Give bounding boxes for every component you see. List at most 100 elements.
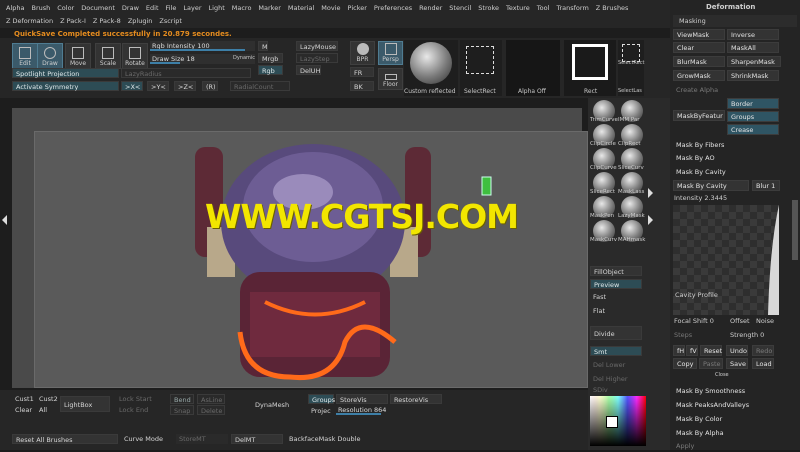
lazystep-slider[interactable]: LazyStep	[296, 53, 338, 63]
document-canvas[interactable]	[34, 131, 588, 388]
curve-mode-button[interactable]: Curve Mode	[121, 434, 173, 444]
delete-curve-button[interactable]: Delete	[197, 405, 225, 415]
offset-slider[interactable]: Offset	[730, 317, 750, 325]
menu-item-14[interactable]: Preferences	[374, 4, 412, 12]
menu-item-15[interactable]: Render	[419, 4, 442, 12]
storemt-button[interactable]: StoreMT	[176, 434, 228, 444]
intensity-slider[interactable]: Intensity 2.3445	[674, 194, 727, 202]
symmetry-z-button[interactable]: >Z<	[174, 81, 196, 91]
menu-item-12[interactable]: Movie	[321, 4, 340, 12]
menu-item-9[interactable]: Macro	[232, 4, 252, 12]
menu-item2-0[interactable]: Z Deformation	[6, 17, 53, 25]
viewmask-button[interactable]: ViewMask	[673, 29, 725, 40]
maskbyfeature-button[interactable]: MaskByFeatur	[673, 110, 725, 121]
selectlasso-slot[interactable]: SelectRect SelectLas	[618, 40, 644, 96]
alpha-slot[interactable]: Alpha Off	[506, 40, 560, 96]
clear-custom-button[interactable]: Clear	[12, 405, 34, 415]
move-button[interactable]: Move	[65, 43, 91, 69]
right-tray-arrow-icon[interactable]	[648, 188, 653, 198]
color-picker[interactable]	[590, 396, 646, 446]
cust2-button[interactable]: Cust2	[36, 394, 58, 404]
right-tray-arrow-icon-2[interactable]	[648, 215, 653, 225]
material-slot[interactable]: Custom reflected	[404, 40, 458, 96]
groups-button[interactable]: Groups	[308, 394, 335, 404]
menu-item-7[interactable]: Layer	[183, 4, 201, 12]
activate-symmetry-button[interactable]: Activate Symmetry	[12, 81, 119, 91]
save-button[interactable]: Save	[726, 358, 748, 369]
menu-item2-4[interactable]: Zscript	[159, 17, 182, 25]
inverse-button[interactable]: Inverse	[727, 29, 779, 40]
mask-by-ao-header[interactable]: Mask By AO	[673, 153, 779, 164]
undo-button[interactable]: Undo	[726, 345, 748, 356]
sharpenmask-button[interactable]: SharpenMask	[727, 56, 781, 67]
selectrect-stroke-slot[interactable]: SelectRect	[460, 40, 502, 96]
persp-button[interactable]: Persp	[378, 41, 403, 65]
flat-button[interactable]: Flat	[590, 306, 642, 316]
copy-button[interactable]: Copy	[673, 358, 697, 369]
menu-item-18[interactable]: Texture	[506, 4, 530, 12]
load-button[interactable]: Load	[752, 358, 774, 369]
apply-button[interactable]: Apply	[673, 441, 783, 452]
menu-item2-1[interactable]: Z Pack-I	[60, 17, 86, 25]
menu-item-5[interactable]: Edit	[146, 4, 159, 12]
menu-item-11[interactable]: Material	[288, 4, 314, 12]
all-custom-button[interactable]: All	[36, 405, 58, 415]
mask-by-fibers-header[interactable]: Mask By Fibers	[673, 140, 779, 151]
menu-item-6[interactable]: File	[166, 4, 177, 12]
reset-button[interactable]: Reset	[700, 345, 722, 356]
left-tray-arrow-icon[interactable]	[2, 215, 7, 225]
dynamesh-button[interactable]: DynaMesh	[252, 400, 304, 410]
3d-model-mesh[interactable]	[35, 132, 589, 389]
steps-slider[interactable]: Steps	[674, 331, 692, 339]
menu-item-17[interactable]: Stroke	[478, 4, 499, 12]
symmetry-x-button[interactable]: >X<	[121, 81, 143, 91]
resolution-slider[interactable]: Resolution 864	[336, 405, 432, 415]
mask-peaks-valleys-header[interactable]: Mask PeaksAndValleys	[673, 400, 783, 411]
maskall-button[interactable]: MaskAll	[727, 42, 779, 53]
m-button[interactable]: M	[258, 41, 268, 51]
redo-button[interactable]: Redo	[752, 345, 774, 356]
bpr-button[interactable]: BPR	[350, 41, 375, 65]
mask-by-color-header[interactable]: Mask By Color	[673, 414, 783, 425]
menu-item2-3[interactable]: Zplugin	[128, 17, 153, 25]
clear-button[interactable]: Clear	[673, 42, 725, 53]
menu-item-13[interactable]: Picker	[348, 4, 367, 12]
menu-item-20[interactable]: Transform	[556, 4, 588, 12]
menu-item-2[interactable]: Color	[57, 4, 74, 12]
cust1-button[interactable]: Cust1	[12, 394, 34, 404]
noise-slider[interactable]: Noise	[756, 317, 774, 325]
menu-item-19[interactable]: Tool	[537, 4, 550, 12]
shrinkmask-button[interactable]: ShrinkMask	[727, 70, 779, 81]
menu-item-1[interactable]: Brush	[31, 4, 50, 12]
mrgb-button[interactable]: Mrgb	[258, 53, 283, 63]
menu-item-10[interactable]: Marker	[258, 4, 280, 12]
reset-all-brushes-button[interactable]: Reset All Brushes	[12, 434, 118, 444]
menu-item-16[interactable]: Stencil	[449, 4, 471, 12]
restorevis-button[interactable]: RestoreVis	[390, 394, 442, 404]
menu-item-3[interactable]: Document	[81, 4, 115, 12]
scale-button[interactable]: Scale	[95, 43, 121, 69]
fast-button[interactable]: Fast	[590, 292, 642, 302]
backfacemask-button[interactable]: BackfaceMask Double	[286, 434, 368, 444]
preview-button[interactable]: Preview	[590, 279, 642, 289]
growmask-button[interactable]: GrowMask	[673, 70, 725, 81]
asline-button[interactable]: AsLine	[197, 394, 225, 404]
crease-toggle[interactable]: Crease	[727, 124, 779, 135]
close-curve-button[interactable]: Close	[715, 372, 729, 378]
flip-v-button[interactable]: fV	[686, 345, 698, 356]
mask-by-cavity-button[interactable]: Mask By Cavity	[673, 180, 749, 191]
masking-header[interactable]: Masking	[673, 15, 797, 27]
project-button[interactable]: Projec	[308, 406, 334, 416]
radial-symmetry-button[interactable]: (R)	[202, 81, 218, 91]
border-toggle[interactable]: Border	[727, 98, 779, 109]
blurmask-button[interactable]: BlurMask	[673, 56, 725, 67]
bend-button[interactable]: Bend	[170, 394, 194, 404]
snap-button[interactable]: Snap	[170, 405, 194, 415]
fillobject-button[interactable]: FillObject	[590, 266, 642, 276]
groups-toggle[interactable]: Groups	[727, 111, 779, 122]
lock-start-button[interactable]: Lock Start	[116, 394, 166, 404]
lock-end-button[interactable]: Lock End	[116, 405, 166, 415]
spotlight-projection-button[interactable]: Spotlight Projection	[12, 68, 119, 78]
menu-item-4[interactable]: Draw	[122, 4, 139, 12]
flip-h-button[interactable]: fH	[673, 345, 685, 356]
